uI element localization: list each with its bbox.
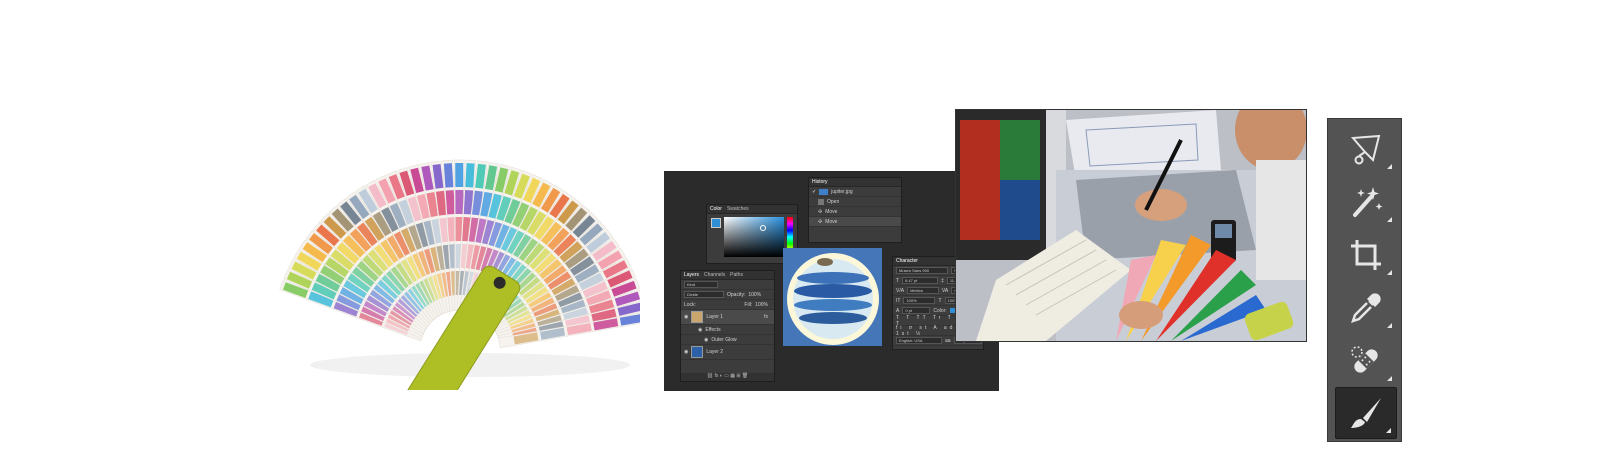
tool-group-indicator	[1387, 217, 1392, 222]
foreground-swatch[interactable]	[711, 218, 721, 228]
color-panel-tabs: Color Swatches	[707, 205, 797, 214]
eyedropper-icon	[1351, 293, 1381, 323]
jupiter-globe	[783, 248, 882, 346]
opacity-value[interactable]: 100%	[748, 292, 761, 298]
eye-icon[interactable]: ◉	[684, 349, 688, 355]
baseline-field[interactable]: 0 pt	[902, 307, 931, 314]
tool-crop[interactable]	[1335, 230, 1397, 280]
layer-row[interactable]: ◉ Layer 1 fx	[681, 310, 774, 325]
color-fan-illustration	[279, 159, 649, 445]
layer-row[interactable]: ◉ Layer 2	[681, 345, 774, 360]
tool-magic-wand[interactable]	[1335, 177, 1397, 227]
tab-channels[interactable]: Channels	[704, 272, 725, 278]
tab-layers[interactable]: Layers	[684, 272, 699, 278]
fan-chip	[445, 190, 456, 215]
tool-group-indicator	[1387, 164, 1392, 169]
tracking-icon: VA	[941, 287, 949, 294]
fan-chip	[465, 163, 475, 188]
layer-thumbnail	[691, 311, 704, 323]
tool-group-indicator	[1387, 376, 1392, 381]
tool-eyedropper[interactable]	[1335, 283, 1397, 333]
fill-label: Fill:	[744, 301, 753, 308]
designer-photo	[955, 109, 1307, 342]
color-label: Color:	[933, 307, 947, 314]
tab-swatches[interactable]: Swatches	[727, 206, 749, 212]
designer-scene	[956, 110, 1306, 341]
opacity-label: Opacity:	[727, 291, 746, 298]
layers-footer-icons: ⛓ fx ◐ ▭ ▦ ⊞ 🗑	[681, 373, 774, 381]
kerning-field[interactable]: Metrics	[907, 287, 939, 294]
tools-panel	[1327, 118, 1402, 442]
layer-effect-row[interactable]: ◉ Outer Glow	[681, 335, 774, 345]
font-size-icon: T	[896, 277, 900, 284]
select-and-mask-icon	[1350, 134, 1381, 165]
baseline-icon: A	[896, 307, 900, 314]
tool-brush[interactable]	[1335, 387, 1397, 439]
horizontal-scale-icon: T	[938, 297, 942, 304]
blueprint-paper	[1066, 110, 1221, 180]
history-item[interactable]: ✣ Move	[809, 207, 901, 217]
color-fan-photo	[270, 150, 649, 445]
language-select[interactable]: English: USA	[896, 337, 942, 344]
crop-icon	[1351, 240, 1381, 270]
fan-chip	[443, 163, 454, 188]
font-family-select[interactable]: Museo Sans 900	[896, 267, 948, 274]
kind-filter[interactable]: Kind	[684, 281, 718, 288]
brush-icon	[1351, 398, 1381, 428]
character-title: Character	[896, 258, 918, 264]
tab-color[interactable]: Color	[710, 206, 722, 212]
photoshop-screenshot: Color Swatches History ✓ jupiter.jpg Open…	[664, 171, 999, 391]
blend-mode-select[interactable]: Divide	[684, 291, 724, 298]
history-item[interactable]: ✓ jupiter.jpg	[809, 187, 901, 197]
magic-wand-icon	[1353, 187, 1383, 217]
history-title: History	[812, 179, 828, 185]
eye-icon[interactable]: ◉	[684, 314, 688, 320]
layers-panel: Layers Channels Paths Kind Divide Opacit…	[680, 270, 775, 382]
color-field-cursor	[760, 225, 766, 231]
fan-chip	[455, 162, 464, 188]
color-field[interactable]	[724, 217, 784, 257]
leading-icon: ‡	[941, 277, 944, 284]
kerning-icon: V/A	[896, 287, 905, 294]
tool-group-indicator	[1387, 270, 1392, 275]
fill-value[interactable]: 100%	[755, 302, 774, 308]
fan-chip	[455, 189, 464, 215]
layer-thumbnail	[691, 346, 704, 358]
vertical-scale-field[interactable]: 100%	[903, 297, 936, 304]
history-panel: History ✓ jupiter.jpg Open ✣ Move ✣ Move	[808, 177, 902, 243]
fx-icon: fx	[764, 314, 768, 320]
tool-select-and-mask[interactable]	[1335, 124, 1397, 174]
tool-group-indicator	[1387, 323, 1392, 328]
layers-panel-tabs: Layers Channels Paths	[681, 271, 774, 280]
vertical-scale-icon: IT	[896, 297, 901, 304]
aa-icon: aa	[945, 337, 951, 344]
history-item[interactable]: Open	[809, 197, 901, 207]
layer-effects-row[interactable]: ◉ Effects	[681, 325, 774, 335]
tool-spot-healing[interactable]	[1335, 336, 1397, 386]
spot-healing-icon	[1351, 346, 1378, 373]
lock-label: Lock:	[684, 301, 696, 308]
font-size-field[interactable]: 6.47 pt	[902, 277, 939, 284]
tool-group-indicator	[1386, 428, 1391, 433]
tab-paths[interactable]: Paths	[730, 272, 743, 278]
history-item[interactable]: ✣ Move	[809, 217, 901, 227]
jupiter-canvas-image	[783, 248, 882, 346]
